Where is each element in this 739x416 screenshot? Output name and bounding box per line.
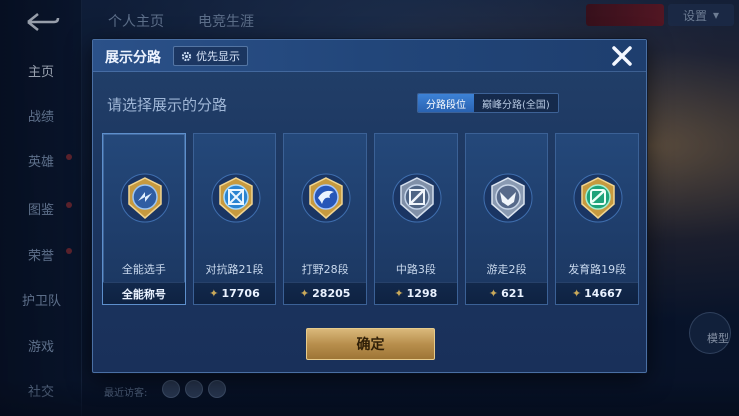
star-icon: ✦ [488,287,499,300]
lane-points: 17706 [221,287,260,300]
lane-name: 打野28段 [301,263,349,276]
lane-points: 1298 [406,287,438,300]
lane-card-list: 全能选手 全能称号 对抗路21段 ✦ 17706 打野28段 ✦ 28205 中… [102,133,640,305]
lane-footer: ✦ 1298 [375,282,457,304]
confirm-button[interactable]: 确定 [306,328,435,360]
lane-card-jungle[interactable]: 打野28段 ✦ 28205 [283,133,368,305]
farm-lane-emblem-icon [573,173,623,223]
dialog-header: 展示分路 优先显示 [93,40,646,72]
close-button[interactable] [610,44,634,68]
lane-footer: 全能称号 [103,282,185,304]
lane-card-all-round[interactable]: 全能选手 全能称号 [102,133,186,305]
lane-points: 14667 [584,287,623,300]
roam-emblem-icon [483,173,533,223]
lane-points: 28205 [312,287,351,300]
gear-icon [181,51,192,61]
lane-footer: ✦ 14667 [556,282,639,304]
star-icon: ✦ [299,287,310,300]
star-icon: ✦ [394,287,404,300]
star-icon: ✦ [209,287,219,300]
jungle-emblem-icon [301,173,351,223]
dialog-title: 展示分路 [105,50,161,66]
tab-peak-lane[interactable]: 巅峰分路(全国) [474,94,558,112]
dialog-subtitle: 请选择展示的分路 [107,96,228,114]
lane-points: 621 [501,287,525,300]
lane-card-clash[interactable]: 对抗路21段 ✦ 17706 [192,133,277,305]
lane-footer: ✦ 28205 [284,282,367,304]
lane-card-farm[interactable]: 发育路19段 ✦ 14667 [555,133,640,305]
lane-footer: ✦ 17706 [193,282,276,304]
lane-card-roam[interactable]: 游走2段 ✦ 621 [464,133,549,305]
all-round-emblem-icon [120,173,170,223]
lane-name: 发育路19段 [568,263,627,276]
lane-name: 中路3段 [395,263,436,276]
tab-lane-rank[interactable]: 分路段位 [418,94,474,112]
lane-name: 全能选手 [121,263,166,276]
lane-name: 游走2段 [486,263,527,276]
priority-display-button[interactable]: 优先显示 [173,46,248,66]
ranking-mode-toggle: 分路段位 巅峰分路(全国) [417,93,559,113]
lane-display-dialog: 展示分路 优先显示 请选择展示的分路 分路段位 巅峰分路(全国) 全能选手 全能… [92,39,647,373]
mid-lane-emblem-icon [392,173,442,223]
lane-footer: ✦ 621 [465,282,548,304]
lane-card-mid[interactable]: 中路3段 ✦ 1298 [374,133,458,305]
clash-lane-emblem-icon [211,173,261,223]
lane-name: 对抗路21段 [205,263,264,276]
star-icon: ✦ [571,287,582,300]
close-icon [612,46,632,66]
